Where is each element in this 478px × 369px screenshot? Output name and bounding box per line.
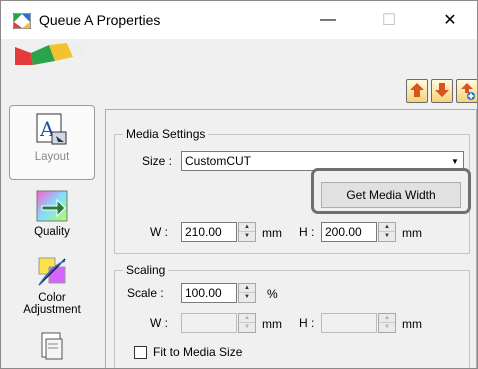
size-value: CustomCUT: [185, 154, 252, 168]
maximize-icon: ☐: [381, 12, 397, 29]
nav-label-layout: Layout: [34, 151, 70, 163]
title-bar[interactable]: Queue A Properties — ☐ ✕: [1, 1, 477, 39]
scaling-h-label: H :: [299, 316, 315, 330]
add-settings-icon[interactable]: [456, 79, 477, 103]
import-settings-icon[interactable]: [406, 79, 428, 103]
spin-down-icon: ▼: [244, 233, 250, 239]
minimize-button[interactable]: —: [305, 1, 351, 39]
media-height-value: 200.00: [325, 225, 362, 239]
spin-down-icon: ▼: [244, 324, 250, 330]
export-settings-icon[interactable]: [431, 79, 453, 103]
spin-up-icon: ▲: [239, 284, 255, 293]
file-format-icon: [41, 332, 63, 360]
scale-unit: %: [267, 287, 278, 301]
scaling-w-label: W :: [150, 316, 168, 330]
media-width-spinner[interactable]: ▲ ▼: [238, 222, 256, 242]
layout-icon: A: [36, 113, 67, 145]
nav-item-quality[interactable]: Quality: [9, 189, 95, 249]
media-width-value: 210.00: [185, 225, 222, 239]
scaling-width-input[interactable]: [181, 313, 237, 333]
scaling-width-spinner[interactable]: ▲ ▼: [238, 313, 256, 333]
spin-up-icon: ▲: [379, 223, 395, 232]
spin-down-icon: ▼: [384, 233, 390, 239]
media-w-unit: mm: [262, 226, 282, 240]
close-button[interactable]: ✕: [427, 1, 473, 39]
size-label: Size :: [142, 154, 173, 168]
nav-label-color: Color: [38, 292, 66, 304]
scaling-h-unit: mm: [402, 317, 422, 331]
scale-input[interactable]: 100.00: [181, 283, 237, 303]
settings-panel: Media Settings Size : CustomCUT ▼ Get Me…: [105, 109, 477, 368]
spin-down-icon: ▼: [244, 294, 250, 300]
window-title: Queue A Properties: [39, 12, 161, 28]
media-width-input[interactable]: 210.00: [181, 222, 237, 242]
fit-to-media-label: Fit to Media Size: [153, 345, 243, 359]
scaling-title: Scaling: [123, 263, 169, 277]
quality-icon: [36, 190, 68, 222]
scale-label: Scale :: [127, 286, 164, 300]
nav-label-adjustment: Adjustment: [23, 304, 81, 316]
category-nav: A Layout Quality Color Adjustment: [9, 105, 95, 368]
spin-up-icon: ▲: [239, 314, 255, 323]
scaling-group: Scaling Scale : 100.00 ▲ ▼ % W : ▲ ▼ mm …: [114, 263, 470, 368]
media-h-label: H :: [299, 225, 315, 239]
scaling-w-unit: mm: [262, 317, 282, 331]
properties-window: Queue A Properties — ☐ ✕ A Layout Qualit…: [0, 0, 478, 369]
close-icon: ✕: [443, 12, 457, 29]
spin-down-icon: ▼: [384, 324, 390, 330]
media-height-input[interactable]: 200.00: [321, 222, 377, 242]
nav-item-file-format[interactable]: [9, 331, 95, 368]
fit-to-media-checkbox[interactable]: [134, 346, 147, 359]
nav-label-quality: Quality: [34, 226, 70, 238]
media-h-unit: mm: [402, 226, 422, 240]
media-w-label: W :: [150, 225, 168, 239]
nav-item-layout[interactable]: A Layout: [9, 105, 95, 180]
media-height-spinner[interactable]: ▲ ▼: [378, 222, 396, 242]
spin-up-icon: ▲: [239, 223, 255, 232]
maximize-button[interactable]: ☐: [366, 1, 412, 39]
app-icon: [13, 13, 31, 29]
nav-item-color-adjustment[interactable]: Color Adjustment: [9, 255, 95, 335]
brand-logo: [15, 43, 85, 65]
media-settings-title: Media Settings: [123, 127, 209, 141]
scaling-height-spinner[interactable]: ▲ ▼: [378, 313, 396, 333]
minimize-icon: —: [320, 11, 336, 28]
spin-up-icon: ▲: [379, 314, 395, 323]
color-adjustment-icon: [38, 257, 66, 286]
scaling-height-input[interactable]: [321, 313, 377, 333]
scale-value: 100.00: [185, 286, 222, 300]
scale-spinner[interactable]: ▲ ▼: [238, 283, 256, 303]
get-media-width-highlight: [311, 168, 471, 214]
